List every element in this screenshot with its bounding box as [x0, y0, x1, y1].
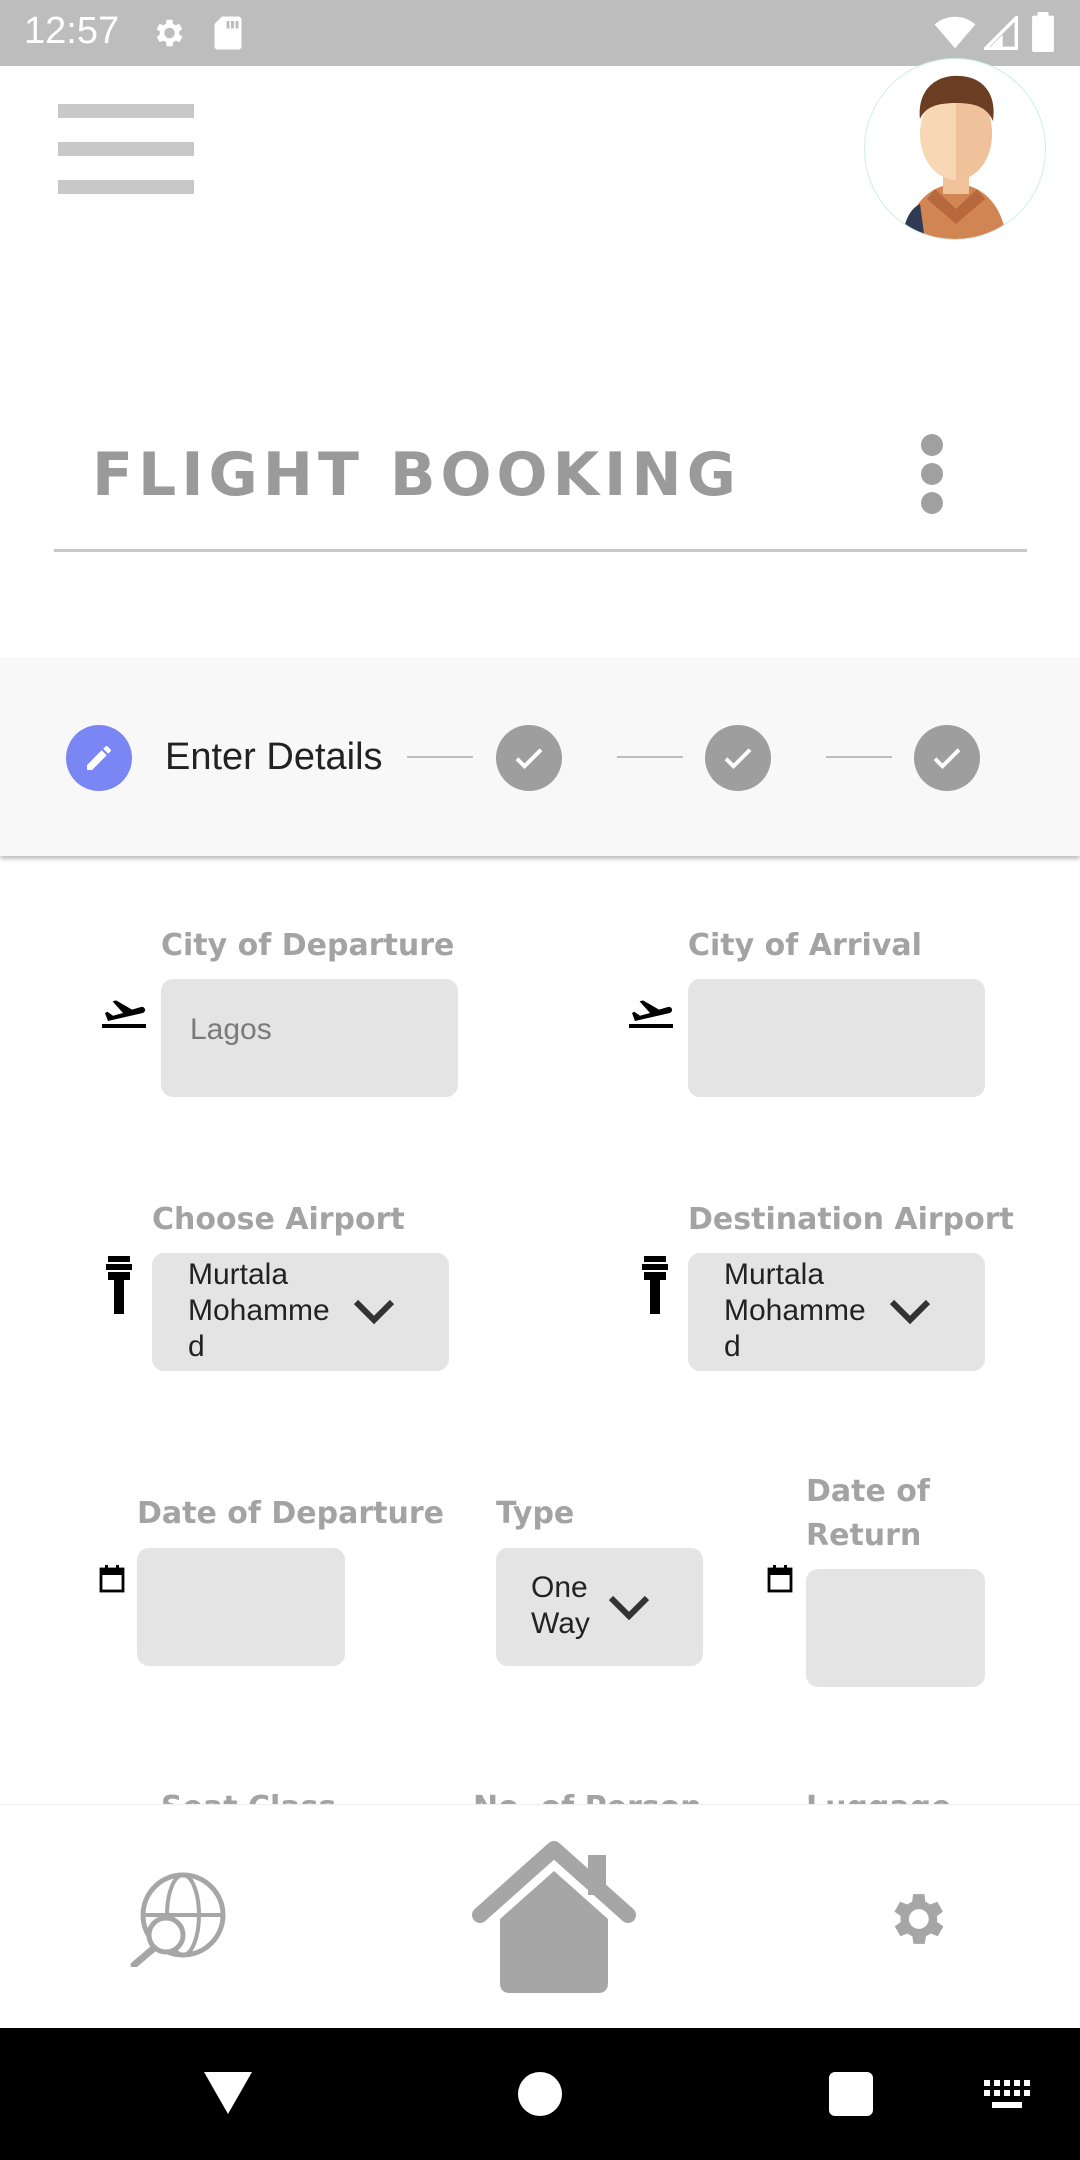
calendar-icon [99, 1565, 125, 1593]
step-connector [617, 756, 683, 758]
city-arrival-input[interactable] [688, 979, 985, 1097]
hamburger-icon[interactable] [58, 104, 194, 218]
gear-icon[interactable] [882, 1885, 950, 1953]
flight-takeoff-icon [627, 990, 675, 1030]
date-return-label-1: Date of [806, 1474, 930, 1509]
check-icon [515, 748, 543, 770]
step-2[interactable] [496, 725, 562, 791]
control-tower-icon [642, 1256, 668, 1314]
step-connector [407, 756, 473, 758]
more-vert-icon[interactable] [916, 432, 948, 516]
choose-airport-value-2: Mohamme [188, 1294, 330, 1327]
choose-airport-value-1: Murtala [188, 1258, 289, 1291]
destination-airport-value-2: Mohamme [724, 1294, 866, 1327]
check-icon [724, 748, 752, 770]
date-return-label-2: Return [806, 1518, 922, 1553]
bottom-nav [0, 1804, 1080, 2028]
city-departure-label: City of Departure [161, 928, 455, 963]
control-tower-icon [106, 1256, 132, 1314]
status-bar: 12:57 [0, 0, 1080, 66]
type-label: Type [496, 1496, 575, 1531]
step-connector [826, 756, 892, 758]
home-icon[interactable] [472, 1841, 636, 1995]
chevron-down-icon [352, 1294, 396, 1326]
chevron-down-icon [888, 1294, 932, 1326]
page-title: FLIGHT BOOKING [92, 440, 741, 510]
back-icon[interactable] [204, 2072, 252, 2114]
recents-icon[interactable] [829, 2072, 873, 2116]
choose-airport-value-3: d [188, 1330, 205, 1363]
type-value-2: Way [531, 1607, 590, 1640]
keyboard-icon[interactable] [984, 2080, 1030, 2110]
type-dropdown[interactable] [496, 1548, 703, 1666]
signal-icon [984, 16, 1018, 50]
step-4[interactable] [914, 725, 980, 791]
destination-airport-value-3: d [724, 1330, 741, 1363]
title-divider [54, 549, 1027, 552]
wifi-icon [934, 16, 976, 50]
choose-airport-label: Choose Airport [152, 1202, 405, 1237]
globe-search-icon[interactable] [128, 1871, 228, 1967]
check-icon [933, 748, 961, 770]
destination-airport-label: Destination Airport [688, 1202, 1014, 1237]
step-3[interactable] [705, 725, 771, 791]
date-return-input[interactable] [806, 1569, 985, 1687]
status-time: 12:57 [24, 10, 120, 52]
home-button-icon[interactable] [518, 2072, 562, 2116]
destination-airport-value-1: Murtala [724, 1258, 825, 1291]
battery-icon [1032, 12, 1054, 52]
flight-takeoff-icon [100, 990, 148, 1030]
settings-icon [150, 15, 186, 51]
pencil-icon [87, 746, 111, 770]
city-arrival-label: City of Arrival [688, 928, 922, 963]
type-value-1: One [531, 1571, 588, 1604]
chevron-down-icon [607, 1590, 651, 1622]
date-departure-label: Date of Departure [137, 1496, 444, 1531]
sd-card-icon [212, 15, 244, 51]
step-edit[interactable] [66, 725, 132, 791]
system-nav-bar [0, 2028, 1080, 2160]
step-label: Enter Details [165, 736, 383, 778]
date-departure-input[interactable] [137, 1548, 345, 1666]
city-departure-value: Lagos [190, 1013, 272, 1046]
avatar[interactable] [864, 58, 1046, 240]
calendar-icon [767, 1565, 793, 1593]
